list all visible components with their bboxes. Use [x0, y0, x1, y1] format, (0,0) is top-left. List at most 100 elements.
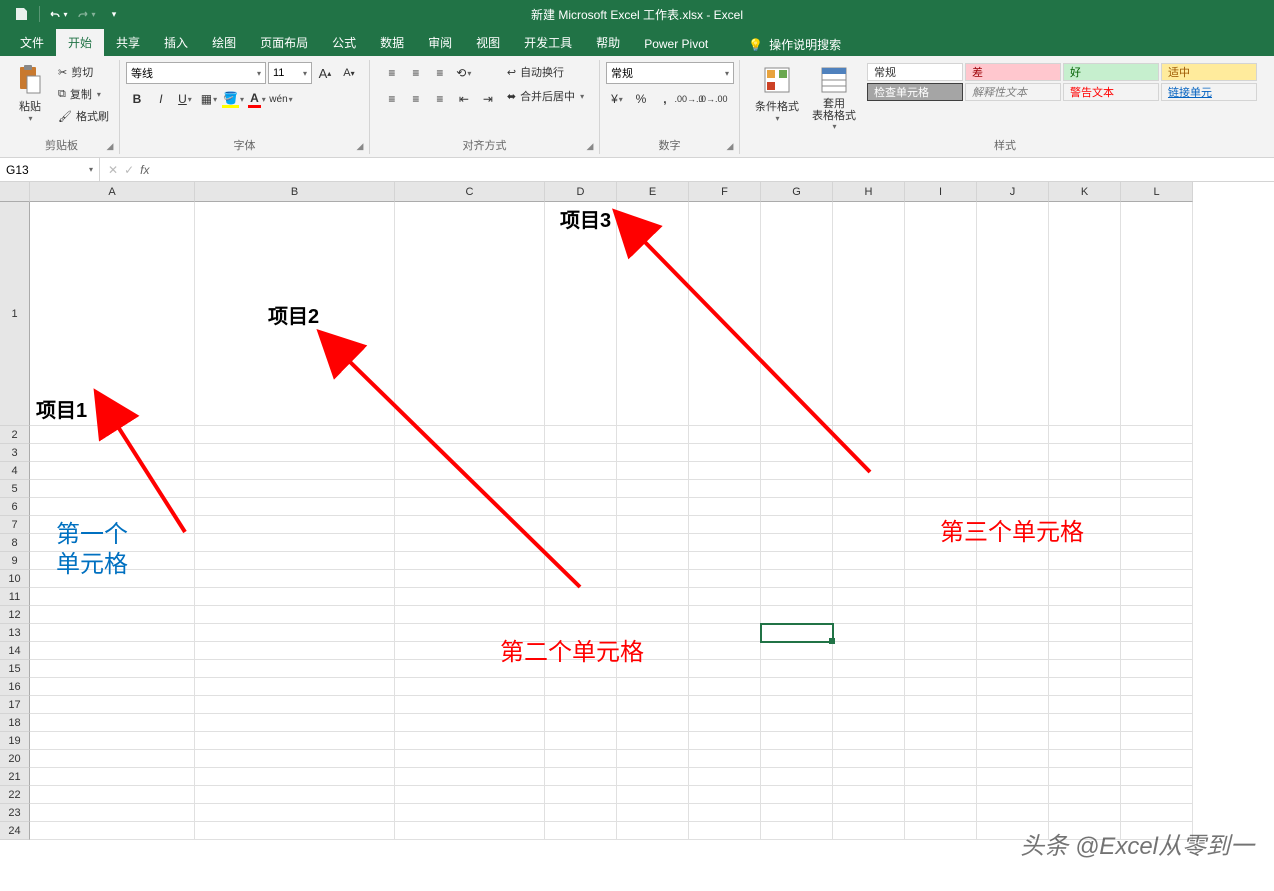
style-warn[interactable]: 警告文本 [1063, 83, 1159, 101]
cell-G13[interactable] [761, 624, 833, 642]
phonetic-button[interactable]: wén▾ [270, 88, 292, 110]
cell-G23[interactable] [761, 804, 833, 822]
align-top-button[interactable]: ≡ [381, 62, 403, 84]
cell-I5[interactable] [905, 480, 977, 498]
cell-G12[interactable] [761, 606, 833, 624]
tab-share[interactable]: 共享 [104, 29, 152, 56]
cell-K18[interactable] [1049, 714, 1121, 732]
tab-view[interactable]: 视图 [464, 29, 512, 56]
cell-D24[interactable] [545, 822, 617, 840]
cell-D9[interactable] [545, 552, 617, 570]
cell-L21[interactable] [1121, 768, 1193, 786]
cell-A6[interactable] [30, 498, 195, 516]
increase-indent-button[interactable]: ⇥ [477, 88, 499, 110]
cell-F7[interactable] [689, 516, 761, 534]
cell-H4[interactable] [833, 462, 905, 480]
cell-A9[interactable] [30, 552, 195, 570]
cell-A10[interactable] [30, 570, 195, 588]
cell-E19[interactable] [617, 732, 689, 750]
cell-H20[interactable] [833, 750, 905, 768]
align-left-button[interactable]: ≡ [381, 88, 403, 110]
row-header-6[interactable]: 6 [0, 498, 30, 516]
clipboard-launcher[interactable]: ◢ [103, 139, 117, 153]
cell-D11[interactable] [545, 588, 617, 606]
col-header-L[interactable]: L [1121, 182, 1193, 202]
cell-L1[interactable] [1121, 202, 1193, 426]
cell-F22[interactable] [689, 786, 761, 804]
shrink-font-button[interactable]: A▾ [338, 62, 360, 84]
cell-C19[interactable] [395, 732, 545, 750]
cell-D15[interactable] [545, 660, 617, 678]
cell-A5[interactable] [30, 480, 195, 498]
orientation-button[interactable]: ⟲▾ [453, 62, 475, 84]
row-header-1[interactable]: 1 [0, 202, 30, 426]
cell-G4[interactable] [761, 462, 833, 480]
cell-B22[interactable] [195, 786, 395, 804]
cell-I7[interactable] [905, 516, 977, 534]
currency-button[interactable]: ¥▾ [606, 88, 628, 110]
cell-K20[interactable] [1049, 750, 1121, 768]
cell-H19[interactable] [833, 732, 905, 750]
cell-K15[interactable] [1049, 660, 1121, 678]
cell-E9[interactable] [617, 552, 689, 570]
cell-C6[interactable] [395, 498, 545, 516]
cell-I12[interactable] [905, 606, 977, 624]
cell-L7[interactable] [1121, 516, 1193, 534]
cell-F4[interactable] [689, 462, 761, 480]
cell-G5[interactable] [761, 480, 833, 498]
cell-B6[interactable] [195, 498, 395, 516]
cell-A8[interactable] [30, 534, 195, 552]
cell-L18[interactable] [1121, 714, 1193, 732]
cell-D16[interactable] [545, 678, 617, 696]
cell-H8[interactable] [833, 534, 905, 552]
cell-G15[interactable] [761, 660, 833, 678]
cell-C11[interactable] [395, 588, 545, 606]
cell-F6[interactable] [689, 498, 761, 516]
cell-E15[interactable] [617, 660, 689, 678]
cell-E22[interactable] [617, 786, 689, 804]
cell-H11[interactable] [833, 588, 905, 606]
cell-B7[interactable] [195, 516, 395, 534]
cell-B24[interactable] [195, 822, 395, 840]
cell-F17[interactable] [689, 696, 761, 714]
cell-I24[interactable] [905, 822, 977, 840]
cell-L4[interactable] [1121, 462, 1193, 480]
cell-L16[interactable] [1121, 678, 1193, 696]
cell-F11[interactable] [689, 588, 761, 606]
italic-button[interactable]: I [150, 88, 172, 110]
cell-F2[interactable] [689, 426, 761, 444]
cell-L14[interactable] [1121, 642, 1193, 660]
percent-button[interactable]: % [630, 88, 652, 110]
cell-F9[interactable] [689, 552, 761, 570]
cell-B13[interactable] [195, 624, 395, 642]
cell-J6[interactable] [977, 498, 1049, 516]
cell-B2[interactable] [195, 426, 395, 444]
col-header-E[interactable]: E [617, 182, 689, 202]
cell-J19[interactable] [977, 732, 1049, 750]
cell-K22[interactable] [1049, 786, 1121, 804]
cell-A13[interactable] [30, 624, 195, 642]
cell-A20[interactable] [30, 750, 195, 768]
cell-K10[interactable] [1049, 570, 1121, 588]
cell-C12[interactable] [395, 606, 545, 624]
style-bad[interactable]: 差 [965, 63, 1061, 81]
row-header-18[interactable]: 18 [0, 714, 30, 732]
cell-A12[interactable] [30, 606, 195, 624]
bold-button[interactable]: B [126, 88, 148, 110]
cell-I1[interactable] [905, 202, 977, 426]
cell-F24[interactable] [689, 822, 761, 840]
border-button[interactable]: ▦▾ [198, 88, 220, 110]
cell-C24[interactable] [395, 822, 545, 840]
cell-D19[interactable] [545, 732, 617, 750]
cell-J12[interactable] [977, 606, 1049, 624]
save-button[interactable] [8, 2, 34, 26]
tab-file[interactable]: 文件 [8, 29, 56, 56]
cell-D7[interactable] [545, 516, 617, 534]
cell-I9[interactable] [905, 552, 977, 570]
tell-me-search[interactable]: 💡 操作说明搜索 [740, 33, 849, 56]
cell-A7[interactable] [30, 516, 195, 534]
cell-C4[interactable] [395, 462, 545, 480]
cell-E3[interactable] [617, 444, 689, 462]
cell-F13[interactable] [689, 624, 761, 642]
cell-L6[interactable] [1121, 498, 1193, 516]
